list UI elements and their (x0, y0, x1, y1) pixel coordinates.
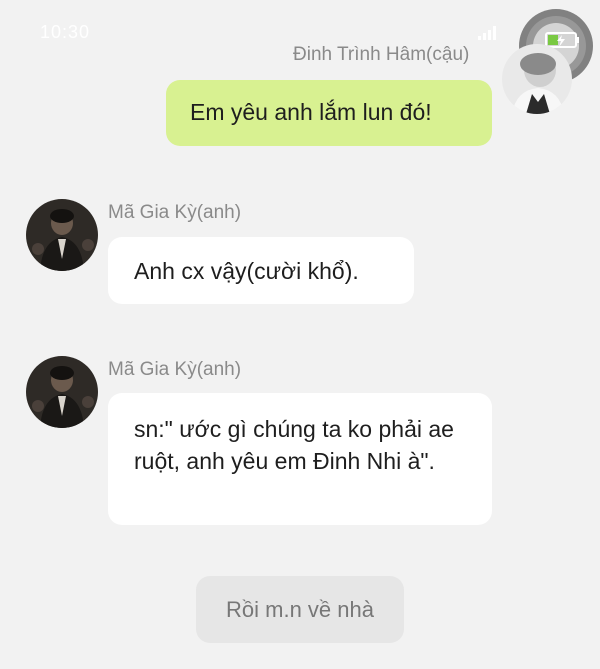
message-bubble-incoming[interactable]: Anh cx vậy(cười khổ). (108, 237, 414, 304)
status-time: 10:30 (40, 22, 91, 42)
signal-icon (478, 26, 496, 40)
avatar-dinh-trinh-ham[interactable] (502, 44, 572, 114)
status-bar: 10:30 (0, 0, 600, 44)
sender-name: Đinh Trình Hâm(cậu) (293, 44, 470, 65)
avatar-ma-gia-ky[interactable] (26, 199, 98, 271)
avatar-ma-gia-ky[interactable] (26, 356, 98, 428)
system-message-text: Rồi m.n về nhà (226, 596, 374, 622)
message-bubble-incoming[interactable]: sn:" ước gì chúng ta ko phải ae ruột, an… (108, 393, 492, 525)
message-bubble-outgoing[interactable]: Em yêu anh lắm lun đó! (166, 80, 492, 146)
sender-name: Mã Gia Kỳ(anh) (108, 359, 242, 380)
sender-name: Mã Gia Kỳ(anh) (108, 202, 242, 223)
system-message: Rồi m.n về nhà (196, 576, 404, 643)
